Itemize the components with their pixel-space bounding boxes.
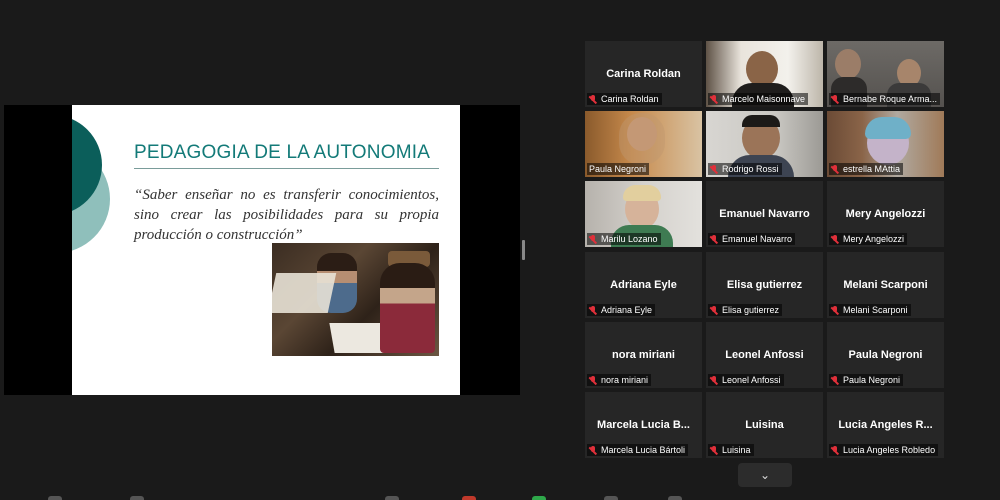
toolbar-icon[interactable] — [130, 496, 144, 500]
mic-muted-icon — [831, 445, 839, 455]
participant-tile[interactable]: Carina Roldan Carina Roldan — [585, 41, 702, 107]
gallery-scroll-down-button[interactable]: ⌄ — [738, 463, 792, 487]
mic-muted-icon — [710, 164, 718, 174]
toolbar-icon[interactable] — [604, 496, 618, 500]
participant-name: Paula Negroni — [848, 349, 923, 361]
participant-name: Elisa gutierrez — [726, 279, 803, 291]
participant-name: Mery Angelozzi — [845, 208, 926, 220]
participant-tile[interactable]: Emanuel Navarro Emanuel Navarro — [706, 181, 823, 247]
mic-muted-icon — [831, 94, 839, 104]
shared-screen: PEDAGOGIA DE LA AUTONOMIA “Saber enseñar… — [4, 105, 520, 395]
toolbar-icon[interactable] — [48, 496, 62, 500]
participant-label: nora miriani — [587, 374, 652, 386]
participant-tile[interactable]: Leonel Anfossi Leonel Anfossi — [706, 322, 823, 388]
participant-label: Leonel Anfossi — [708, 374, 784, 386]
mic-muted-icon — [710, 375, 718, 385]
participant-name: Adriana Eyle — [610, 279, 677, 291]
participant-label: Mery Angelozzi — [829, 233, 908, 245]
mic-muted-icon — [710, 234, 718, 244]
slide-divider — [134, 168, 439, 169]
mic-muted-icon — [831, 375, 839, 385]
participant-label: Rodrigo Rossi — [708, 163, 782, 175]
mic-muted-icon — [710, 94, 718, 104]
participant-label: Elisa gutierrez — [708, 304, 783, 316]
participant-tile[interactable]: Mery Angelozzi Mery Angelozzi — [827, 181, 944, 247]
toolbar-icon[interactable] — [668, 496, 682, 500]
splitter-handle[interactable] — [522, 240, 525, 260]
participant-label: Carina Roldan — [587, 93, 662, 105]
chevron-down-icon: ⌄ — [760, 468, 771, 482]
participant-tile[interactable]: estrella MAttia — [827, 111, 944, 177]
participant-name: Leonel Anfossi — [725, 349, 804, 361]
participant-name: nora miriani — [612, 349, 675, 361]
participant-label: Lucia Angeles Robledo — [829, 444, 939, 456]
participant-label: Melani Scarponi — [829, 304, 911, 316]
participant-tile-active-speaker[interactable]: Paula Negroni — [585, 111, 702, 177]
mic-muted-icon — [710, 305, 718, 315]
participant-tile[interactable]: Paula Negroni Paula Negroni — [827, 322, 944, 388]
participant-name: Carina Roldan — [606, 68, 681, 80]
participant-tile[interactable]: Marcelo Maisonnave — [706, 41, 823, 107]
mic-muted-icon — [589, 305, 597, 315]
participant-label: Marilu Lozano — [587, 233, 661, 245]
participant-label: estrella MAttia — [829, 163, 904, 175]
mic-muted-icon — [589, 94, 597, 104]
participant-tile[interactable]: Melani Scarponi Melani Scarponi — [827, 252, 944, 318]
participant-name: Marcela Lucia B... — [597, 419, 690, 431]
participant-name: Melani Scarponi — [843, 279, 928, 291]
mic-muted-icon — [589, 445, 597, 455]
participant-tile[interactable]: Lucia Angeles R... Lucia Angeles Robledo — [827, 392, 944, 458]
participant-label: Marcela Lucia Bártoli — [587, 444, 689, 456]
participant-tile[interactable]: Bernabe Roque Arma... — [827, 41, 944, 107]
participant-tile[interactable]: Rodrigo Rossi — [706, 111, 823, 177]
mic-muted-icon — [831, 234, 839, 244]
participant-tile[interactable]: Marilu Lozano — [585, 181, 702, 247]
participant-label: Marcelo Maisonnave — [708, 93, 809, 105]
participant-tile[interactable]: Luisina Luisina — [706, 392, 823, 458]
participant-label: Bernabe Roque Arma... — [829, 93, 941, 105]
participant-label: Emanuel Navarro — [708, 233, 796, 245]
classroom-photo — [272, 243, 439, 356]
slide-quote: “Saber enseñar no es transferir conocimi… — [134, 187, 439, 243]
share-screen-icon[interactable] — [532, 496, 546, 500]
participant-label: Paula Negroni — [829, 374, 904, 386]
participant-label: Adriana Eyle — [587, 304, 656, 316]
toolbar-icon[interactable] — [385, 496, 399, 500]
participant-tile[interactable]: Elisa gutierrez Elisa gutierrez — [706, 252, 823, 318]
participants-badge-icon[interactable] — [462, 496, 476, 500]
participant-tile[interactable]: Adriana Eyle Adriana Eyle — [585, 252, 702, 318]
participant-name: Luisina — [745, 419, 784, 431]
presentation-slide: PEDAGOGIA DE LA AUTONOMIA “Saber enseñar… — [72, 105, 460, 395]
mic-muted-icon — [589, 234, 597, 244]
mic-muted-icon — [710, 445, 718, 455]
participant-label: Paula Negroni — [587, 163, 650, 175]
mic-muted-icon — [831, 305, 839, 315]
participant-tile[interactable]: nora miriani nora miriani — [585, 322, 702, 388]
participant-name: Lucia Angeles R... — [838, 419, 933, 431]
mic-muted-icon — [831, 164, 839, 174]
participant-tile[interactable]: Marcela Lucia B... Marcela Lucia Bártoli — [585, 392, 702, 458]
participant-name: Emanuel Navarro — [719, 208, 810, 220]
slide-title: PEDAGOGIA DE LA AUTONOMIA — [134, 142, 431, 163]
mic-muted-icon — [589, 375, 597, 385]
participant-label: Luisina — [708, 444, 754, 456]
